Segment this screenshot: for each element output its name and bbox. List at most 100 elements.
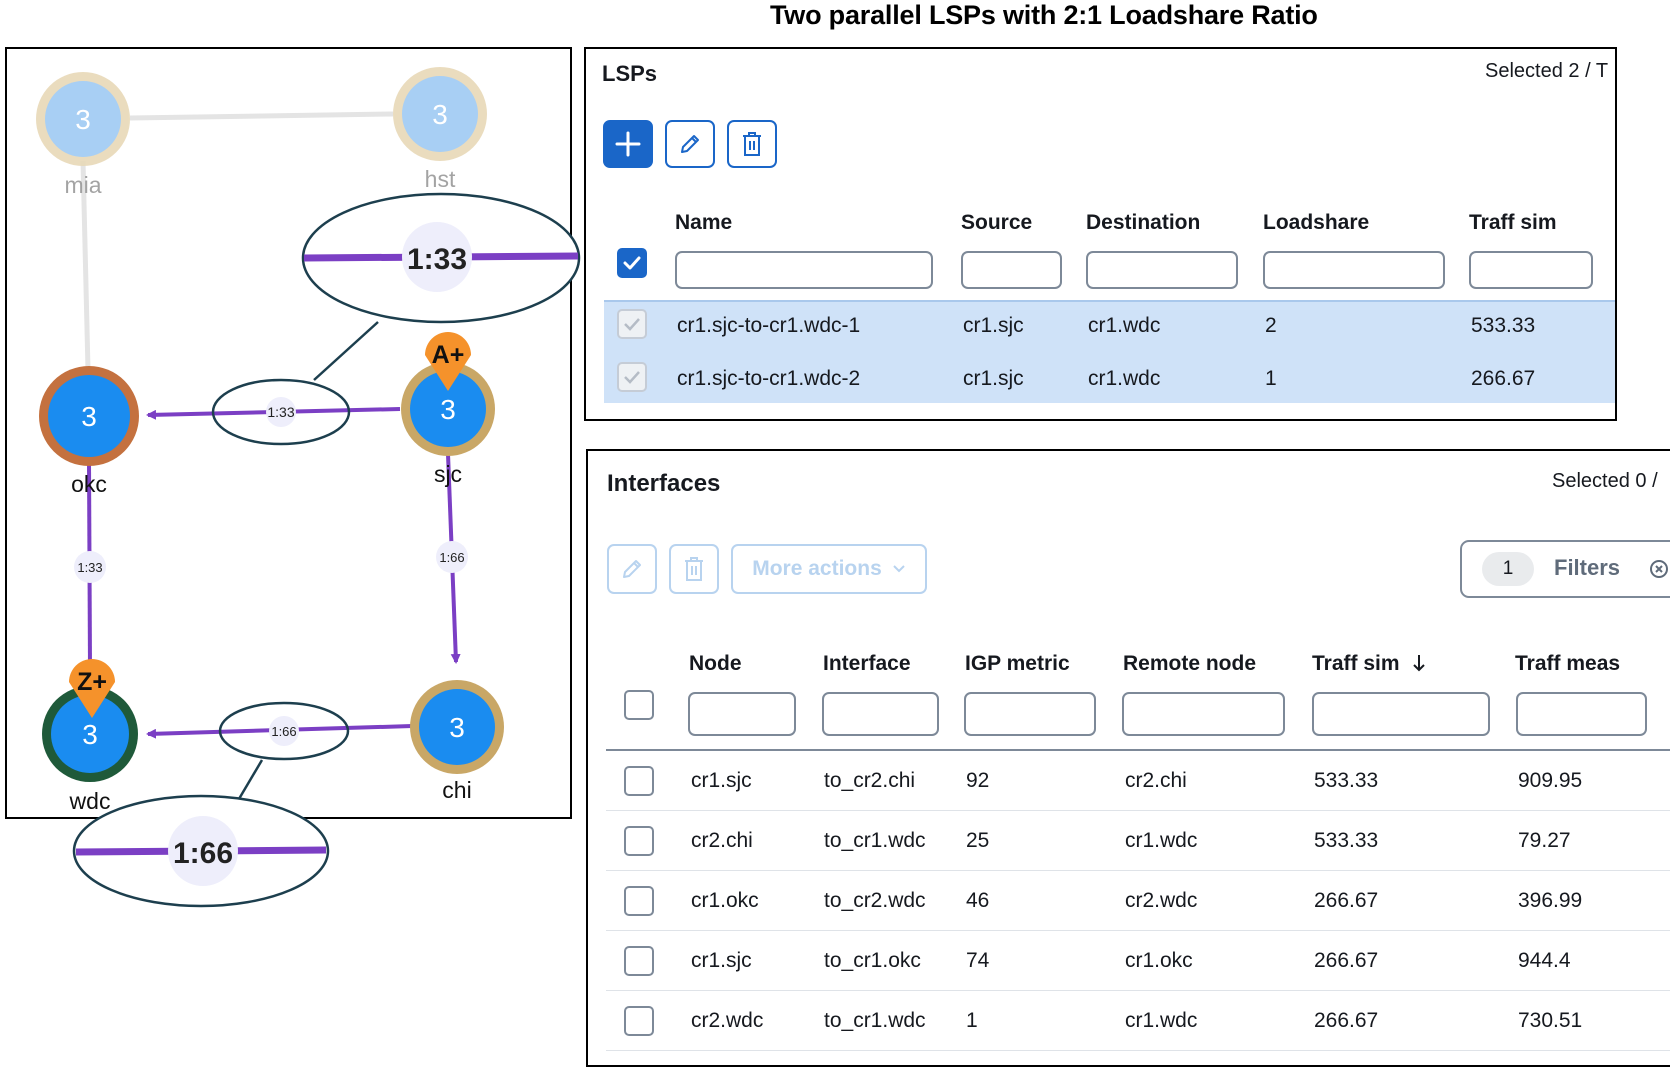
edit-lsp-button[interactable] [665,120,715,168]
if-traff-sim-cell: 266.67 [1314,949,1379,972]
lsp-filter-loadshare[interactable] [1263,251,1445,289]
if-traff-meas-cell: 944.4 [1518,949,1571,972]
plus-icon [615,131,641,157]
lsp-traff-sim-cell: 266.67 [1471,367,1536,390]
lsp-col-source[interactable]: Source [961,211,1032,235]
node-count: 3 [432,99,448,130]
interface-row-checkbox[interactable] [624,946,654,976]
lsp-row-checkbox[interactable] [617,362,647,392]
lsp-filter-source[interactable] [961,251,1062,289]
if-node-cell: cr1.sjc [691,769,752,792]
node-mia[interactable]: 3 mia [36,72,130,198]
node-label: wdc [69,788,111,814]
if-igp-cell: 92 [966,769,990,792]
if-igp-cell: 25 [966,829,990,852]
if-traff-sim-cell: 266.67 [1314,889,1379,912]
pencil-icon [623,560,641,578]
if-col-node[interactable]: Node [689,652,742,676]
interfaces-panel: Interfaces Selected 0 / More actions 1 F… [586,449,1670,1067]
lsp-col-traff-sim[interactable]: Traff sim [1469,211,1557,235]
sort-descending-icon [1413,655,1426,672]
lsp-col-name[interactable]: Name [675,211,732,235]
clear-filter-icon[interactable] [1648,558,1670,580]
lsp-source-cell: cr1.sjc [963,367,1024,390]
node-okc[interactable]: 3 okc [39,366,139,497]
if-igp-cell: 74 [966,949,990,972]
if-col-traff-sim[interactable]: Traff sim [1312,652,1427,676]
delete-lsp-button[interactable] [727,120,777,168]
if-traff-sim-cell: 266.67 [1314,1009,1379,1032]
lsp-col-loadshare[interactable]: Loadshare [1263,211,1369,235]
if-col-traff-meas[interactable]: Traff meas [1515,652,1620,676]
figure-title: Two parallel LSPs with 2:1 Loadshare Rat… [770,0,1318,30]
lsp-filter-name[interactable] [675,251,933,289]
lsp-source-cell: cr1.sjc [963,314,1024,337]
marker-label: A+ [432,341,465,369]
lsp-col-destination[interactable]: Destination [1086,211,1200,235]
lsps-selected-count: Selected 2 / T [1485,60,1609,82]
node-count: 3 [81,401,97,432]
if-igp-cell: 1 [966,1009,978,1032]
callout-label: 1:33 [407,243,467,276]
interface-row-checkbox[interactable] [624,1006,654,1036]
if-remote-node-cell: cr1.okc [1125,949,1193,972]
node-hst[interactable]: 3 hst [393,67,487,192]
table-row[interactable]: cr2.wdc to_cr1.wdc 1 cr1.wdc 266.67 730.51 [588,991,1670,1051]
if-filter-node[interactable] [688,692,796,736]
lsp-filter-traff-sim[interactable] [1469,251,1593,289]
if-col-remote-node[interactable]: Remote node [1123,652,1256,676]
add-lsp-button[interactable] [603,120,653,168]
link-mia-hst[interactable] [129,111,394,121]
select-all-interfaces-checkbox[interactable] [624,690,654,720]
if-interface-cell: to_cr1.wdc [824,829,926,852]
link-label-text: 1:66 [439,550,464,565]
if-traff-meas-cell: 730.51 [1518,1009,1583,1032]
if-node-cell: cr1.sjc [691,949,752,972]
table-row[interactable]: cr1.sjc to_cr1.okc 74 cr1.okc 266.67 944.4 [588,931,1670,991]
edit-interface-button[interactable] [607,544,657,594]
checkmark-icon [623,256,641,270]
filters-count-badge: 1 [1482,552,1534,586]
if-filter-traff-sim[interactable] [1312,692,1490,736]
chevron-down-icon [893,565,905,573]
checkmark-icon [624,371,640,384]
if-interface-cell: to_cr1.okc [824,949,921,972]
if-traff-sim-cell: 533.33 [1314,769,1379,792]
lsp-filter-destination[interactable] [1086,251,1238,289]
node-chi[interactable]: 3 chi [410,680,504,803]
more-actions-button[interactable]: More actions [731,544,927,594]
if-remote-node-cell: cr2.wdc [1125,889,1198,912]
zoom-callout-1-66: 1:66 [72,794,330,908]
if-col-igp-metric[interactable]: IGP metric [965,652,1070,676]
pencil-icon [681,135,699,153]
lsp-row-checkbox[interactable] [617,309,647,339]
table-row[interactable]: cr1.okc to_cr2.wdc 46 cr2.wdc 266.67 396.99 [588,871,1670,931]
node-count: 3 [75,104,91,135]
select-all-lsps-checkbox[interactable] [617,248,647,278]
lsp-loadshare-cell: 1 [1265,367,1277,390]
node-count: 3 [449,712,465,743]
filters-label: Filters [1554,555,1621,580]
if-traff-meas-cell: 909.95 [1518,769,1583,792]
link-label-text: 1:33 [267,404,294,420]
if-filter-traff-meas[interactable] [1516,692,1647,736]
callout-connector-top [313,321,379,381]
interface-row-checkbox[interactable] [624,766,654,796]
interface-row-checkbox[interactable] [624,826,654,856]
interfaces-selected-count: Selected 0 / [1552,470,1658,492]
table-row[interactable]: cr2.chi to_cr1.wdc 25 cr1.wdc 533.33 79.27 [588,811,1670,871]
filters-control[interactable]: 1 Filters [1460,540,1670,598]
lsp-destination-cell: cr1.wdc [1088,367,1161,390]
interface-row-checkbox[interactable] [624,886,654,916]
delete-interface-button[interactable] [669,544,719,594]
lsp-header-divider [604,300,1615,302]
if-col-interface[interactable]: Interface [823,652,911,676]
if-filter-remote-node[interactable] [1122,692,1285,736]
if-node-cell: cr1.okc [691,889,759,912]
table-row[interactable]: cr1.sjc to_cr2.chi 92 cr2.chi 533.33 909.95 [588,751,1670,811]
lsps-title: LSPs [602,61,658,86]
if-filter-interface[interactable] [822,692,939,736]
if-filter-igp-metric[interactable] [964,692,1096,736]
if-traff-sim-cell: 533.33 [1314,829,1379,852]
if-interface-cell: to_cr1.wdc [824,1009,926,1032]
